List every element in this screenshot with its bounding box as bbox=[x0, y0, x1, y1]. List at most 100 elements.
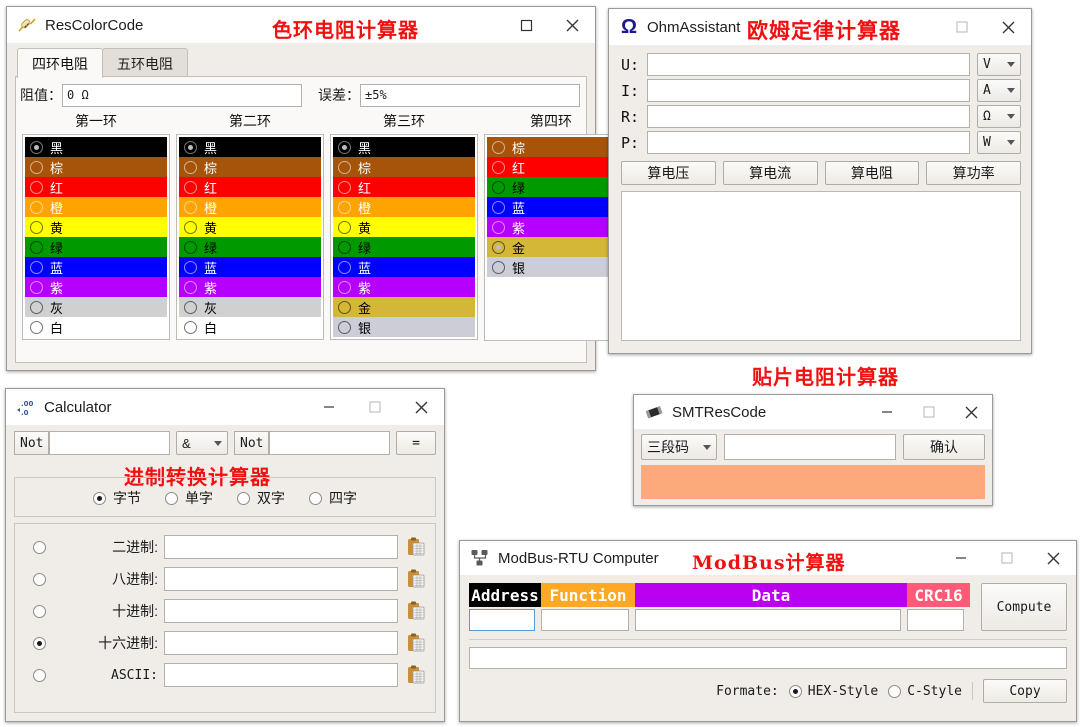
ohm-input-p[interactable] bbox=[647, 131, 970, 154]
band-3-option-绿[interactable]: 绿 bbox=[333, 237, 475, 257]
clipboard-icon-octal[interactable] bbox=[405, 568, 427, 590]
compute-power-button[interactable]: 算功率 bbox=[926, 161, 1021, 185]
radio-icon-ascii[interactable] bbox=[33, 669, 46, 682]
band-1-option-紫[interactable]: 紫 bbox=[25, 277, 167, 297]
smt-code-input[interactable] bbox=[724, 434, 896, 460]
band-1-option-绿[interactable]: 绿 bbox=[25, 237, 167, 257]
band-2-option-蓝[interactable]: 蓝 bbox=[179, 257, 321, 277]
band-4-option-蓝[interactable]: 蓝 bbox=[487, 197, 615, 217]
clipboard-icon-hex[interactable] bbox=[405, 632, 427, 654]
band-2-option-橙[interactable]: 橙 bbox=[179, 197, 321, 217]
modbus-copy-button[interactable]: Copy bbox=[983, 679, 1067, 703]
band-2-option-绿[interactable]: 绿 bbox=[179, 237, 321, 257]
band-4-option-棕[interactable]: 棕 bbox=[487, 137, 615, 157]
band-1-option-橙[interactable]: 橙 bbox=[25, 197, 167, 217]
close-button-ohmassistant[interactable] bbox=[985, 9, 1031, 45]
titlebar-smtrescode[interactable]: SMTResCode bbox=[634, 395, 992, 429]
band-3-option-银[interactable]: 银 bbox=[333, 317, 475, 337]
radio-icon-c-style[interactable] bbox=[888, 685, 901, 698]
base-input-octal[interactable] bbox=[164, 567, 398, 591]
modbus-input-data[interactable] bbox=[635, 609, 901, 631]
compute-voltage-button[interactable]: 算电压 bbox=[621, 161, 716, 185]
compute-resistance-button[interactable]: 算电阻 bbox=[825, 161, 920, 185]
maximize-button-rescolorcode[interactable] bbox=[503, 7, 549, 43]
window-ohmassistant[interactable]: Ω OhmAssistant 欧姆定律计算器 U: V I: A bbox=[608, 8, 1032, 354]
band-2-option-棕[interactable]: 棕 bbox=[179, 157, 321, 177]
radio-icon-binary[interactable] bbox=[33, 541, 46, 554]
band-2-option-黄[interactable]: 黄 bbox=[179, 217, 321, 237]
band-2-option-紫[interactable]: 紫 bbox=[179, 277, 321, 297]
band-3-option-黄[interactable]: 黄 bbox=[333, 217, 475, 237]
smt-confirm-button[interactable]: 确认 bbox=[903, 434, 985, 460]
band-4-option-银[interactable]: 银 bbox=[487, 257, 615, 277]
modbus-input-function[interactable] bbox=[541, 609, 629, 631]
width-option-word[interactable]: 单字 bbox=[165, 488, 213, 508]
base-input-ascii[interactable] bbox=[164, 663, 398, 687]
window-smtrescode[interactable]: SMTResCode 三段码 确认 bbox=[633, 394, 993, 506]
width-option-qword[interactable]: 四字 bbox=[309, 488, 357, 508]
base-input-binary[interactable] bbox=[164, 535, 398, 559]
band-1-option-灰[interactable]: 灰 bbox=[25, 297, 167, 317]
band-2-option-红[interactable]: 红 bbox=[179, 177, 321, 197]
clipboard-icon-binary[interactable] bbox=[405, 536, 427, 558]
smt-mode-select[interactable]: 三段码 bbox=[641, 434, 717, 460]
band-1-option-黄[interactable]: 黄 bbox=[25, 217, 167, 237]
resistance-value-input[interactable]: 0 Ω bbox=[62, 84, 302, 107]
base-input-hex[interactable] bbox=[164, 631, 398, 655]
band-1-option-蓝[interactable]: 蓝 bbox=[25, 257, 167, 277]
window-modbus[interactable]: ModBus-RTU Computer ModBus计算器 Address Fu… bbox=[459, 540, 1077, 722]
ohm-input-i[interactable] bbox=[647, 79, 970, 102]
band-3-option-橙[interactable]: 橙 bbox=[333, 197, 475, 217]
minimize-button-smtrescode[interactable] bbox=[866, 395, 908, 429]
band-list-1[interactable]: 黑棕红橙黄绿蓝紫灰白 bbox=[22, 134, 170, 340]
ohm-input-r[interactable] bbox=[647, 105, 970, 128]
band-2-option-黑[interactable]: 黑 bbox=[179, 137, 321, 157]
radio-icon-hex[interactable] bbox=[33, 637, 46, 650]
maximize-button-smtrescode[interactable] bbox=[908, 395, 950, 429]
clipboard-icon-ascii[interactable] bbox=[405, 664, 427, 686]
titlebar-calculator[interactable]: .00 .0 Calculator bbox=[6, 389, 444, 425]
ohm-output-area[interactable] bbox=[621, 191, 1021, 341]
band-3-option-棕[interactable]: 棕 bbox=[333, 157, 475, 177]
radio-icon-decimal[interactable] bbox=[33, 605, 46, 618]
ohm-unit-r[interactable]: Ω bbox=[977, 105, 1021, 128]
band-2-option-白[interactable]: 白 bbox=[179, 317, 321, 337]
close-button-smtrescode[interactable] bbox=[950, 395, 992, 429]
tab-four-band[interactable]: 四环电阻 bbox=[17, 48, 103, 78]
band-list-2[interactable]: 黑棕红橙黄绿蓝紫灰白 bbox=[176, 134, 324, 340]
modbus-result-field[interactable] bbox=[469, 647, 1067, 669]
tolerance-value-input[interactable]: ±5% bbox=[360, 84, 580, 107]
compute-current-button[interactable]: 算电流 bbox=[723, 161, 818, 185]
clipboard-icon-decimal[interactable] bbox=[405, 600, 427, 622]
width-option-byte[interactable]: 字节 bbox=[93, 488, 141, 508]
band-1-option-棕[interactable]: 棕 bbox=[25, 157, 167, 177]
operand-left-input[interactable] bbox=[49, 431, 170, 455]
maximize-button-modbus[interactable] bbox=[984, 541, 1030, 575]
width-option-dword[interactable]: 双字 bbox=[237, 488, 285, 508]
band-4-option-红[interactable]: 红 bbox=[487, 157, 615, 177]
band-1-option-红[interactable]: 红 bbox=[25, 177, 167, 197]
modbus-input-address[interactable] bbox=[469, 609, 535, 631]
close-button-calculator[interactable] bbox=[398, 389, 444, 425]
titlebar-rescolorcode[interactable]: ResColorCode 色环电阻计算器 bbox=[7, 7, 595, 43]
band-3-option-紫[interactable]: 紫 bbox=[333, 277, 475, 297]
maximize-button-calculator[interactable] bbox=[352, 389, 398, 425]
titlebar-modbus[interactable]: ModBus-RTU Computer ModBus计算器 bbox=[460, 541, 1076, 575]
band-3-option-黑[interactable]: 黑 bbox=[333, 137, 475, 157]
operator-select[interactable]: & bbox=[176, 431, 228, 455]
band-4-option-绿[interactable]: 绿 bbox=[487, 177, 615, 197]
tab-five-band[interactable]: 五环电阻 bbox=[102, 48, 188, 78]
band-1-option-白[interactable]: 白 bbox=[25, 317, 167, 337]
band-2-option-灰[interactable]: 灰 bbox=[179, 297, 321, 317]
ohm-input-u[interactable] bbox=[647, 53, 970, 76]
ohm-unit-i[interactable]: A bbox=[977, 79, 1021, 102]
operand-right-input[interactable] bbox=[269, 431, 390, 455]
ohm-unit-u[interactable]: V bbox=[977, 53, 1021, 76]
equals-button[interactable]: = bbox=[396, 431, 436, 455]
minimize-button-modbus[interactable] bbox=[938, 541, 984, 575]
radio-icon-octal[interactable] bbox=[33, 573, 46, 586]
band-3-option-红[interactable]: 红 bbox=[333, 177, 475, 197]
band-3-option-蓝[interactable]: 蓝 bbox=[333, 257, 475, 277]
band-list-4[interactable]: 棕红绿蓝紫金银 bbox=[484, 134, 618, 341]
band-list-3[interactable]: 黑棕红橙黄绿蓝紫金银 bbox=[330, 134, 478, 340]
